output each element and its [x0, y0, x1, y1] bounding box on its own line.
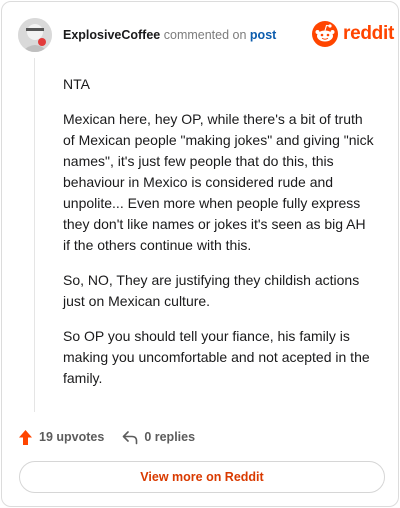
comment-paragraph: So OP you should tell your fiance, his f… — [63, 328, 370, 386]
comment-actions: 19 upvotes 0 replies — [18, 428, 195, 446]
comment-paragraph: NTA — [63, 76, 90, 92]
thread-line — [34, 58, 35, 412]
view-more-button[interactable]: View more on Reddit — [19, 461, 385, 493]
comment-card: ExplosiveCoffee commented on post reddit… — [1, 1, 399, 507]
upvote-count: 19 upvotes — [39, 430, 105, 444]
comment-paragraph: So, NO, They are justifying they childis… — [63, 272, 360, 309]
comment-body: NTA Mexican here, hey OP, while there's … — [63, 74, 375, 403]
post-link[interactable]: post — [250, 28, 276, 42]
reply-count: 0 replies — [144, 430, 196, 444]
upvote-button[interactable]: 19 upvotes — [18, 429, 104, 446]
reply-button[interactable]: 0 replies — [122, 430, 195, 445]
header-action-text: commented on — [163, 28, 247, 42]
reddit-wordmark: reddit — [343, 23, 394, 44]
reply-arrow-icon — [123, 430, 138, 444]
comment-paragraph: Mexican here, hey OP, while there's a bi… — [63, 111, 374, 253]
reddit-snoo-icon — [312, 21, 338, 47]
username[interactable]: ExplosiveCoffee — [63, 28, 160, 42]
avatar[interactable] — [18, 18, 52, 52]
upvote-arrow-icon — [19, 429, 32, 445]
comment-header: ExplosiveCoffee commented on post — [63, 27, 276, 43]
reddit-logo[interactable]: reddit — [312, 21, 394, 47]
